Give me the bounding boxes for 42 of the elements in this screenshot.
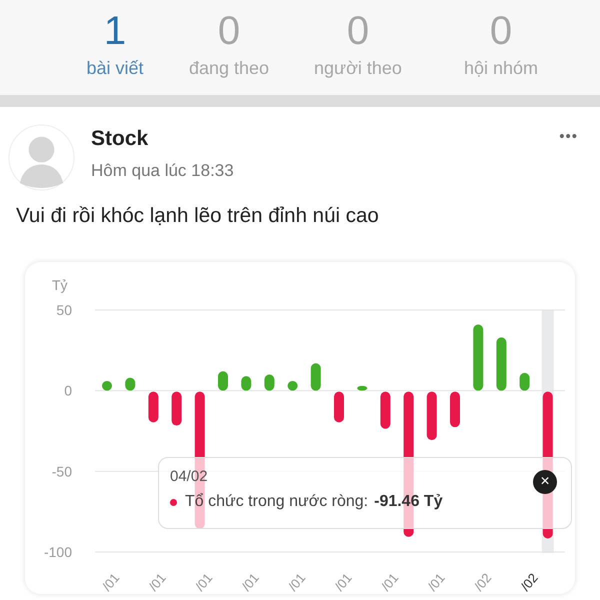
bar[interactable] [450,392,460,428]
bar[interactable] [218,371,228,391]
bar[interactable] [496,337,506,391]
bar[interactable] [264,374,274,391]
bar[interactable] [288,380,298,391]
x-tick-label: /01 [99,570,122,594]
tooltip-date: 04/02 [170,468,208,485]
x-tick-label: /01 [146,570,169,594]
x-tick-label: /01 [238,570,262,594]
y-tick-label: -100 [44,544,72,560]
bar[interactable] [520,372,530,391]
more-button[interactable]: ••• [559,128,578,145]
avatar-icon [8,124,75,191]
x-tick-label: /01 [332,570,355,594]
series-name: Tổ chức trong nước ròng: [185,493,368,511]
bar[interactable] [241,376,252,391]
author-name[interactable]: Stock [91,127,234,151]
bar[interactable] [310,363,321,391]
close-button[interactable]: × [533,470,557,494]
x-tick-label: /01 [285,570,308,594]
x-tick-label: /02 [471,570,494,594]
x-tick-label: /01 [192,570,216,594]
bar[interactable] [357,386,368,391]
x-tick-label: /02 [518,570,541,594]
y-tick-label: 0 [64,382,72,399]
y-axis-unit: Tỷ [52,277,68,293]
bar[interactable] [148,392,158,422]
bar[interactable] [102,380,112,391]
x-tick-label: /01 [424,570,448,594]
bar[interactable] [125,378,136,391]
post-text: Vui đi rồi khóc lạnh lẽo trên đỉnh núi cao [16,204,380,228]
bar[interactable] [380,392,390,429]
bar[interactable] [172,392,182,426]
series-value: -91.46 Tỷ [374,493,443,511]
bar[interactable] [473,324,484,391]
bar[interactable] [334,392,344,422]
profile-tab[interactable]: 1 bài viết [58,0,172,95]
y-tick-label: -50 [52,463,72,480]
post-time: Hôm qua lúc 18:33 [91,161,234,181]
x-tick-label: /01 [378,570,402,594]
y-tick-label: 50 [56,302,72,318]
bar[interactable] [426,392,437,440]
